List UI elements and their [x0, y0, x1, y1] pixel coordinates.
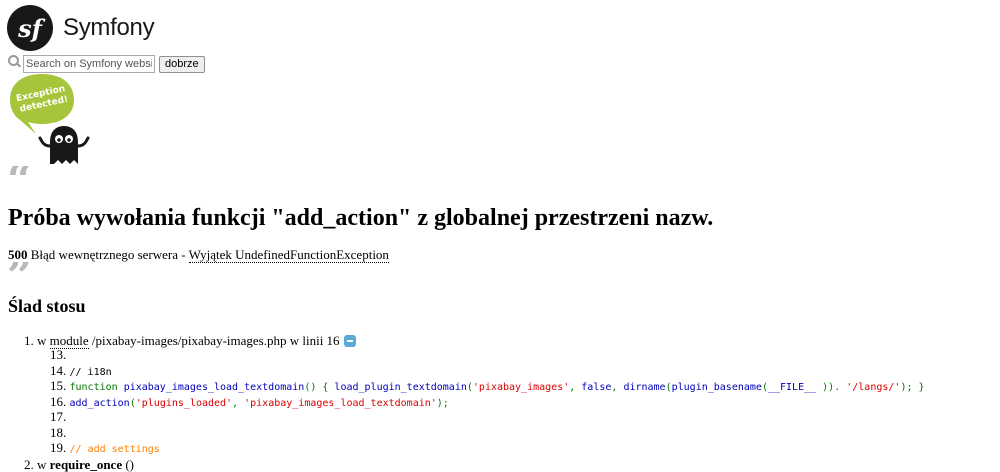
- stack-trace-item: 2. w require_once (): [24, 457, 925, 472]
- code-token: pixabay_images_load_textdomain: [123, 382, 305, 394]
- code-token: __FILE__: [767, 382, 817, 394]
- open-quote-icon: “: [7, 166, 32, 188]
- trace-item-location: /pixabay-images/pixabay-images.php w lin…: [88, 333, 340, 348]
- code-token: );: [436, 397, 449, 409]
- code-token: 'pixabay_images': [472, 382, 570, 394]
- stack-trace-item: 1. w module /pixabay-images/pixabay-imag…: [24, 333, 925, 457]
- code-line: 16. add_action('plugins_loaded', 'pixaba…: [50, 393, 925, 411]
- code-line-number: 13.: [50, 347, 70, 363]
- ghost-icon: [38, 126, 90, 164]
- code-token: '/langs/': [846, 382, 901, 394]
- code-token: ); }: [900, 382, 925, 394]
- code-line: 15. function pixabay_images_load_textdom…: [50, 379, 925, 395]
- symfony-logo-icon[interactable]: sf: [7, 5, 53, 51]
- code-line-number: 16.: [50, 393, 70, 409]
- brand-name[interactable]: Symfony: [63, 14, 155, 42]
- code-token: load_plugin_textdomain: [334, 382, 467, 394]
- header: sf Symfony: [7, 4, 155, 52]
- exception-detected-illustration: Exception detected!: [10, 74, 90, 164]
- search-input[interactable]: [23, 55, 155, 73]
- code-line-number: 14.: [50, 362, 70, 378]
- error-status: 500 Błąd wewnętrznego serwera - Wyjątek …: [8, 247, 389, 263]
- code-token: 'pixabay_images_load_textdomain': [244, 397, 437, 409]
- code-token: plugin_basename: [671, 382, 762, 394]
- trace-item-location: (): [122, 456, 135, 472]
- code-line-number: 18.: [50, 424, 70, 440]
- code-line: 13.: [50, 348, 925, 364]
- trace-item-number: 2.: [24, 456, 37, 472]
- stack-trace-heading: Ślad stosu: [8, 296, 86, 316]
- code-token: // i18n: [69, 366, 112, 378]
- code-token: false: [581, 382, 612, 394]
- collapse-toggle-icon[interactable]: [343, 335, 356, 348]
- code-token: 'plugins_loaded': [135, 397, 233, 409]
- code-line-number: 17.: [50, 409, 70, 425]
- trace-item-prefix: w: [37, 456, 50, 472]
- code-token: dirname: [623, 382, 666, 394]
- code-token: ,: [232, 397, 245, 409]
- code-excerpt: 13. 14. // i18n 15. function pixabay_imag…: [50, 348, 925, 457]
- error-title: Próba wywołania funkcji "add_action" z g…: [8, 205, 714, 231]
- code-token: // add settings: [69, 444, 160, 456]
- code-line: 14. // i18n: [50, 362, 925, 380]
- code-line-number: 19.: [50, 440, 70, 456]
- code-line-number: 15.: [50, 378, 70, 394]
- code-token: )).: [816, 382, 847, 394]
- search-icon: [8, 55, 21, 68]
- trace-item-number: 1.: [24, 333, 37, 348]
- code-token: ,: [611, 382, 624, 394]
- code-token: add_action: [69, 397, 130, 409]
- close-quote-icon: ”: [7, 262, 32, 284]
- code-line: 17.: [50, 410, 925, 426]
- trace-item-prefix: w: [37, 333, 50, 348]
- code-line: 19. // add settings: [50, 441, 925, 457]
- exception-class: Wyjątek UndefinedFunctionException: [188, 247, 389, 263]
- stack-trace-list: 1. w module /pixabay-images/pixabay-imag…: [24, 333, 925, 472]
- code-token: ,: [569, 382, 582, 394]
- status-code: 500: [8, 247, 28, 262]
- code-token: () {: [304, 382, 335, 394]
- trace-item-function: require_once: [49, 456, 123, 472]
- code-line: 18.: [50, 424, 925, 442]
- code-token: function: [69, 382, 124, 394]
- search-button[interactable]: dobrze: [159, 55, 205, 73]
- status-text: Błąd wewnętrznego serwera -: [30, 247, 189, 262]
- search-form: dobrze: [8, 55, 205, 73]
